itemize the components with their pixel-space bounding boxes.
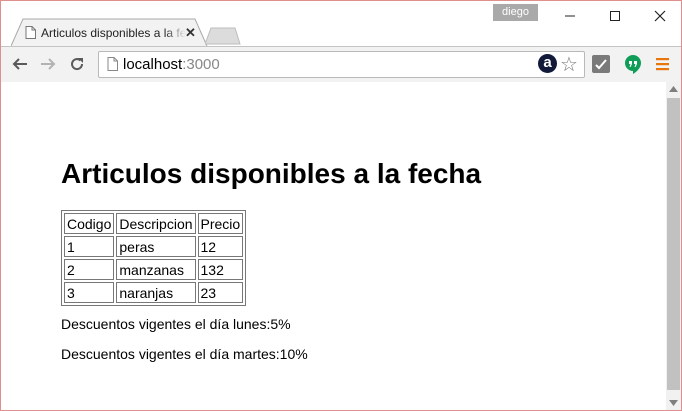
- page-icon: [25, 26, 36, 44]
- maximize-icon: [610, 11, 620, 21]
- discount-monday: Descuentos vigentes el día lunes:5%: [61, 316, 291, 332]
- table-row: 2 manzanas 132: [64, 259, 244, 280]
- articles-table: Codigo Descripcion Precio 1 peras 12 2 m…: [61, 210, 247, 306]
- table-header-row: Codigo Descripcion Precio: [64, 213, 244, 234]
- header-cell: Precio: [197, 213, 244, 234]
- vertical-scrollbar[interactable]: [666, 82, 681, 410]
- maximize-button[interactable]: [592, 1, 638, 31]
- menu-icon[interactable]: [655, 54, 675, 74]
- discount-tuesday: Descuentos vigentes el día martes:10%: [61, 346, 308, 362]
- page-title: Articulos disponibles a la fecha: [61, 158, 482, 189]
- table-row: 1 peras 12: [64, 236, 244, 257]
- reload-button[interactable]: [66, 53, 88, 75]
- table-cell: 23: [197, 282, 244, 303]
- forward-arrow-icon: [41, 58, 56, 70]
- table-cell: peras: [116, 236, 196, 257]
- table-row: 3 naranjas 23: [64, 282, 244, 303]
- amazon-extension-icon[interactable]: a: [538, 54, 557, 73]
- tab-active[interactable]: Articulos disponibles a la fecha ✕: [11, 18, 208, 47]
- browser-window: Articulos disponibles a la fecha ✕ diego: [0, 0, 682, 411]
- table-cell: 132: [197, 259, 244, 280]
- address-bar[interactable]: localhost:3000 a ☆: [98, 51, 585, 78]
- close-icon: [654, 10, 666, 22]
- hangouts-icon[interactable]: [623, 54, 643, 74]
- back-arrow-icon: [12, 58, 27, 70]
- page-content: Articulos disponibles a la fecha Codigo …: [1, 82, 666, 410]
- minimize-icon: [565, 15, 575, 17]
- extension-check-icon[interactable]: [591, 54, 611, 74]
- header-cell: Descripcion: [116, 213, 196, 234]
- table-cell: manzanas: [116, 259, 196, 280]
- scroll-down-icon[interactable]: [669, 400, 678, 406]
- tab-close-icon[interactable]: ✕: [185, 25, 196, 41]
- forward-button[interactable]: [37, 53, 59, 75]
- toolbar: localhost:3000 a ☆: [1, 46, 681, 83]
- table-cell: 2: [64, 259, 115, 280]
- scroll-up-icon[interactable]: [669, 86, 678, 92]
- table-cell: 3: [64, 282, 115, 303]
- url-text: localhost:3000: [123, 56, 220, 73]
- new-tab-button[interactable]: [205, 27, 241, 45]
- scrollbar-thumb[interactable]: [667, 98, 680, 390]
- bookmark-star-icon[interactable]: ☆: [560, 52, 578, 77]
- tab-title: Articulos disponibles a la fecha: [41, 26, 186, 40]
- url-port: :3000: [182, 56, 220, 73]
- close-button[interactable]: [637, 1, 681, 31]
- page-icon: [107, 57, 118, 76]
- minimize-button[interactable]: [547, 1, 593, 31]
- reload-icon: [71, 58, 84, 71]
- table-cell: 12: [197, 236, 244, 257]
- table-cell: 1: [64, 236, 115, 257]
- url-host: localhost: [123, 56, 183, 73]
- profile-badge[interactable]: diego: [493, 4, 538, 21]
- header-cell: Codigo: [64, 213, 115, 234]
- back-button[interactable]: [9, 53, 31, 75]
- table-cell: naranjas: [116, 282, 196, 303]
- title-bar: Articulos disponibles a la fecha ✕ diego: [1, 1, 681, 47]
